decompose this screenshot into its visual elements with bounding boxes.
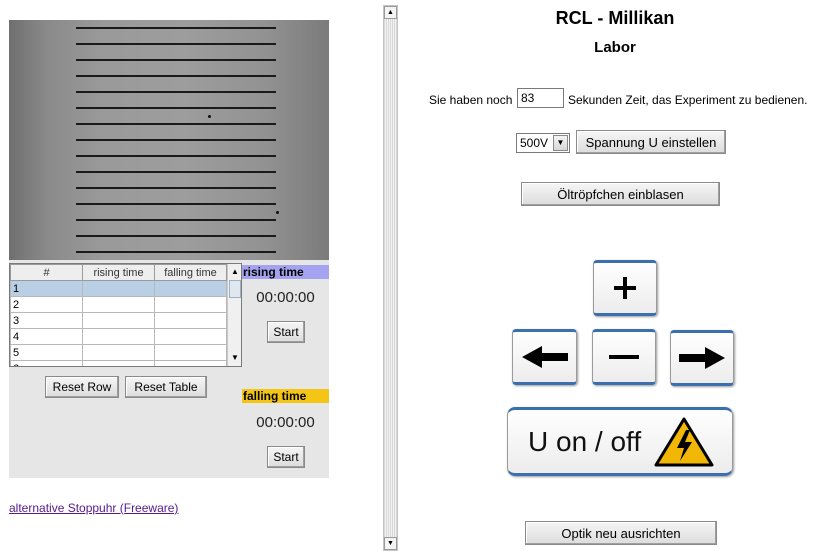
scroll-down-icon[interactable]: ▼	[228, 351, 241, 365]
rising-time-header: rising time	[242, 265, 329, 279]
falling-time-display: 00:00:00	[256, 414, 315, 431]
falling-cell[interactable]	[154, 312, 227, 329]
reticle-line	[76, 27, 276, 29]
set-voltage-button[interactable]: Spannung U einstellen	[576, 130, 726, 154]
move-left-button[interactable]	[512, 329, 577, 385]
realign-optics-button[interactable]: Optik neu ausrichten	[525, 521, 717, 545]
camera-view	[9, 20, 329, 260]
alternative-stopwatch-link[interactable]: alternative Stoppuhr (Freeware)	[9, 501, 178, 515]
row-number: 4	[10, 328, 83, 345]
oil-droplet	[276, 211, 279, 214]
move-right-button[interactable]	[670, 330, 734, 386]
falling-time-header: falling time	[242, 389, 329, 403]
inject-droplets-button[interactable]: Öltröpfchen einblasen	[521, 182, 720, 206]
reset-row-button[interactable]: Reset Row	[45, 376, 119, 398]
falling-cell[interactable]	[154, 344, 227, 361]
power-button-label: U on / off	[528, 425, 642, 457]
reticle-line	[76, 251, 276, 253]
reticle-line	[76, 91, 276, 93]
table-row[interactable]: 6	[10, 360, 227, 366]
reticle-line	[76, 171, 276, 173]
row-number: 6	[10, 360, 83, 366]
voltage-selected-value: 500V	[520, 136, 549, 150]
table-row[interactable]: 5	[10, 344, 227, 361]
reticle-line	[76, 187, 276, 189]
arrow-right-icon	[679, 347, 725, 369]
table-row[interactable]: 4	[10, 328, 227, 345]
reticle-line	[76, 139, 276, 141]
row-number: 1	[10, 280, 83, 297]
stopwatch-panel: # rising time falling time 1 2 3 4 5 6 ▲…	[9, 20, 329, 478]
row-number: 3	[10, 312, 83, 329]
frame-scrollbar[interactable]: ▲ ▼	[383, 5, 398, 551]
row-number: 2	[10, 296, 83, 313]
measurement-table: # rising time falling time 1 2 3 4 5 6 ▲…	[9, 263, 242, 367]
falling-cell[interactable]	[154, 296, 227, 313]
voltage-select[interactable]: 500V ▼	[516, 133, 570, 153]
table-row[interactable]: 3	[10, 312, 227, 329]
reticle-line	[76, 219, 276, 221]
voltage-power-button[interactable]: U on / off	[507, 407, 733, 476]
col-header-falling: falling time	[154, 264, 227, 281]
reset-table-button[interactable]: Reset Table	[125, 376, 207, 398]
oil-droplet	[208, 115, 211, 118]
table-scrollbar[interactable]: ▲ ▼	[227, 264, 241, 366]
reticle-line	[76, 235, 276, 237]
reticle-line	[76, 75, 276, 77]
page-subtitle: Labor	[594, 39, 636, 56]
chevron-down-icon[interactable]: ▼	[553, 135, 568, 151]
arrow-left-icon	[521, 346, 568, 368]
reticle-line	[76, 59, 276, 61]
rising-cell[interactable]	[82, 280, 155, 297]
rising-start-button[interactable]: Start	[267, 321, 305, 343]
increase-button[interactable]	[593, 260, 657, 316]
reticle-line	[76, 43, 276, 45]
falling-cell[interactable]	[154, 328, 227, 345]
remaining-seconds-field[interactable]	[517, 88, 564, 108]
col-header-rising: rising time	[82, 264, 155, 281]
col-header-number: #	[10, 264, 83, 281]
times-table: # rising time falling time 1 2 3 4 5 6	[10, 264, 227, 366]
table-row[interactable]: 2	[10, 296, 227, 313]
rising-time-display: 00:00:00	[256, 289, 315, 306]
scroll-up-icon[interactable]: ▲	[228, 265, 241, 279]
table-row[interactable]: 1	[10, 280, 227, 297]
high-voltage-warning-icon	[654, 417, 714, 466]
rising-cell[interactable]	[82, 360, 155, 366]
scroll-down-icon[interactable]: ▼	[384, 537, 397, 550]
table-header-row: # rising time falling time	[10, 264, 227, 281]
remaining-time-label: Sie haben noch	[429, 93, 513, 107]
scroll-up-icon[interactable]: ▲	[384, 6, 397, 19]
rising-cell[interactable]	[82, 296, 155, 313]
scroll-thumb[interactable]	[229, 280, 241, 298]
reticle-line	[76, 123, 276, 125]
row-number: 5	[10, 344, 83, 361]
decrease-button[interactable]	[592, 329, 656, 385]
reticle-line	[76, 203, 276, 205]
remaining-time-suffix: Sekunden Zeit, das Experiment zu bediene…	[568, 93, 808, 107]
rising-cell[interactable]	[82, 328, 155, 345]
plus-icon	[614, 277, 636, 299]
reticle-line	[76, 107, 276, 109]
falling-cell[interactable]	[154, 280, 227, 297]
rising-cell[interactable]	[82, 344, 155, 361]
minus-icon	[609, 355, 639, 359]
falling-cell[interactable]	[154, 360, 227, 366]
page-title: RCL - Millikan	[555, 8, 675, 28]
reticle-line	[76, 155, 276, 157]
rising-cell[interactable]	[82, 312, 155, 329]
falling-start-button[interactable]: Start	[267, 446, 305, 468]
